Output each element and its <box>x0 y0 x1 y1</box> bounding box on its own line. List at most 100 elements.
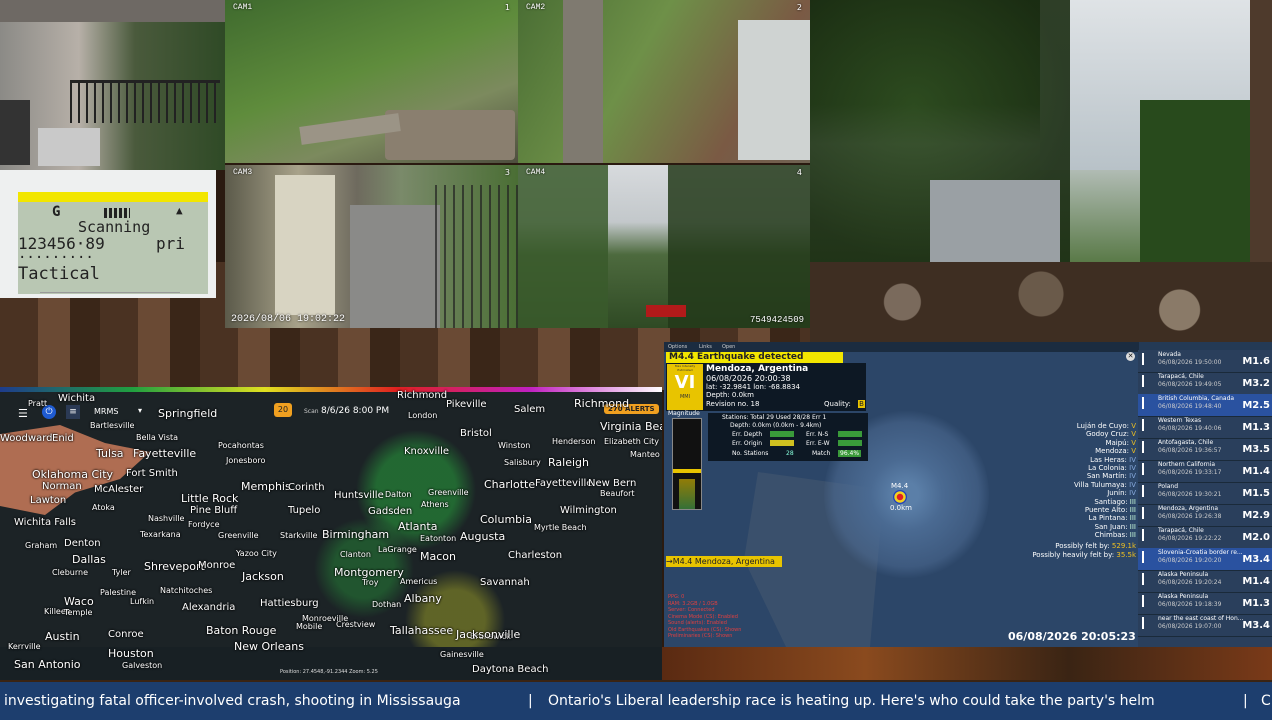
city-label: Richmond <box>397 390 448 401</box>
quake-magnitude: M1.6 <box>1242 356 1270 367</box>
chevron-down-icon[interactable]: ▾ <box>138 406 142 415</box>
menu-options[interactable]: Options <box>668 344 687 350</box>
quake-list-item[interactable]: near the east coast of Hon... 06/08/2026 … <box>1138 614 1272 637</box>
quake-list-item[interactable]: Northern California 06/08/2026 19:33:17 M1… <box>1138 460 1272 483</box>
earthquake-monitor[interactable]: M4.4 0.0km Options Links Open ✕ M4.4 Ear… <box>664 342 1272 647</box>
cursor-position: Position: 27.4548,-91.2344 Zoom: 5.25 <box>280 669 378 675</box>
city-label: New Orleans <box>234 640 304 653</box>
camera-number: 3 <box>504 168 510 177</box>
quake-list-item[interactable]: Antofagasta, Chile 06/08/2026 19:36:57 M3.… <box>1138 438 1272 461</box>
magnitude-label: Magnitude <box>668 410 700 417</box>
recent-quakes-list[interactable]: Nevada 06/08/2026 19:50:00 M1.6 Tarapacá, C… <box>1138 350 1272 647</box>
town-name: San Martín: <box>1086 472 1130 481</box>
menu-icon[interactable]: ☰ <box>18 407 28 420</box>
city-label: Fordyce <box>188 520 220 529</box>
quake-list-item[interactable]: Western Texas 06/08/2026 19:40:06 M1.3 <box>1138 416 1272 439</box>
quality-label: Quality: <box>824 400 851 408</box>
quake-time: 06/08/2026 19:20:24 <box>1158 579 1222 586</box>
quake-list-item[interactable]: Poland 06/08/2026 19:30:21 M1.5 <box>1138 482 1272 505</box>
scanner-screen: G ▲ Scanning 123456·89 pri ········· Tac… <box>18 192 208 294</box>
news-ticker: investigating fatal officer-involved cra… <box>0 682 1272 720</box>
town-intensity: V <box>1131 430 1136 439</box>
quake-magnitude: M3.5 <box>1242 444 1270 455</box>
epicenter-depth: 0.0km <box>890 504 913 512</box>
quake-datetime: 06/08/2026 20:00:38 <box>706 374 791 383</box>
town-row: La Colonia: IV <box>1044 464 1136 472</box>
town-row: La Pintana: III <box>1044 514 1136 522</box>
quake-magnitude: M2.5 <box>1242 400 1270 411</box>
menu-open[interactable]: Open <box>722 344 735 350</box>
town-name: La Colonia: <box>1088 464 1130 473</box>
city-label: Fayetteville <box>133 447 197 460</box>
radar-product-selector[interactable]: MRMS <box>94 407 118 416</box>
quake-magnitude: M1.4 <box>1242 466 1270 477</box>
quake-magnitude: M2.9 <box>1242 510 1270 521</box>
status-line: Preliminaries (CS): Shown <box>668 633 733 639</box>
quake-list-item[interactable]: Slovenia-Croatia border re... 06/08/2026 … <box>1138 548 1272 571</box>
city-label: Bristol <box>460 428 492 439</box>
town-name: San Juan: <box>1094 522 1130 531</box>
camera-feed-2[interactable]: CAM2 2 <box>518 0 810 163</box>
city-label: Pikeville <box>446 399 487 410</box>
city-label: Dallas <box>72 553 106 566</box>
city-label: Virginia Beach <box>600 420 662 433</box>
layers-icon[interactable]: ≡ <box>66 405 80 419</box>
gulf-water <box>0 647 662 680</box>
intensity-marker <box>1142 573 1152 585</box>
quake-list-item[interactable]: Nevada 06/08/2026 19:50:00 M1.6 <box>1138 350 1272 373</box>
quake-magnitude: M2.0 <box>1242 532 1270 543</box>
city-label: Gainesville <box>440 650 484 659</box>
signal-bars-icon <box>104 208 130 218</box>
quake-clock: 06/08/2026 20:05:23 <box>1008 630 1136 643</box>
close-icon[interactable]: ✕ <box>1126 352 1135 361</box>
quake-list-item[interactable]: British Columbia, Canada 06/08/2026 19:48… <box>1138 394 1272 417</box>
city-label: Salem <box>514 404 546 415</box>
city-label: Oklahoma City <box>32 468 114 481</box>
town-intensity: IV <box>1129 489 1136 498</box>
camera-number: 2 <box>796 3 802 12</box>
epicenter-marker[interactable] <box>893 490 907 504</box>
camera-label: CAM1 <box>233 3 253 12</box>
town-row: Puente Alto: III <box>1044 506 1136 514</box>
camera-feed-1[interactable]: CAM1 1 <box>225 0 518 163</box>
city-label: Myrtle Beach <box>534 523 587 532</box>
camera-feed-4[interactable]: CAM4 4 7549424509 <box>518 165 810 328</box>
felt1-label: Possibly felt by: <box>1055 542 1110 550</box>
quake-list-item[interactable]: Tarapacá, Chile 06/08/2026 19:49:05 M3.2 <box>1138 372 1272 395</box>
city-label: Americus <box>400 577 438 586</box>
city-label: Winston <box>498 441 531 450</box>
city-label: Tupelo <box>288 505 321 516</box>
camera-feed-3[interactable]: CAM3 3 2026/08/06 19:02:22 <box>225 165 518 328</box>
banner-text: M4.4 Mendoza, Argentina <box>672 557 775 566</box>
menu-links[interactable]: Links <box>699 344 712 350</box>
quake-list-item[interactable]: Mendoza, Argentina 06/08/2026 19:26:38 M2.… <box>1138 504 1272 527</box>
city-label: Dalton <box>385 490 412 499</box>
city-label: Mobile <box>296 622 323 631</box>
quake-revision: Revision no. 18 <box>706 400 760 408</box>
town-row: Las Heras: IV <box>1044 456 1136 464</box>
quake-list-item[interactable]: Alaska Peninsula 06/08/2026 19:20:24 M1.4 <box>1138 570 1272 593</box>
city-label: Beaufort <box>600 489 635 498</box>
intensity-marker <box>1142 529 1152 541</box>
city-label: Clanton <box>340 550 371 559</box>
quake-list-item[interactable]: Alaska Peninsula 06/08/2026 19:18:39 M1.3 <box>1138 592 1272 615</box>
ticker-item-2: Ontario's Liberal leadership race is hea… <box>548 693 1155 709</box>
city-label: Little Rock <box>181 492 239 505</box>
town-intensity: III <box>1129 531 1136 540</box>
intensity-marker <box>1142 441 1152 453</box>
city-label: Cleburne <box>52 568 89 577</box>
town-intensity: III <box>1129 497 1136 506</box>
city-label: Fort Smith <box>126 468 178 479</box>
scan-time-label: Scan <box>304 408 319 415</box>
city-label: Monroe <box>198 560 236 571</box>
quake-list-item[interactable]: Tarapacá, Chile 06/08/2026 19:22:22 M2.0 <box>1138 526 1272 549</box>
weather-radar-map[interactable]: ☰ ⏻ ≡ MRMS ▾ 20 Scan 8/6/26 8:00 PM 270 … <box>0 387 662 680</box>
quake-time: 06/08/2026 19:49:05 <box>1158 381 1222 388</box>
play-button[interactable]: 20 <box>274 403 292 417</box>
city-label: Columbia <box>480 513 532 526</box>
city-label: Corinth <box>288 482 325 493</box>
depth-detail: Depth: 0.0km (0.0km - 9.4km) <box>730 422 822 429</box>
city-label: Nashville <box>148 514 185 523</box>
town-intensity: V <box>1131 422 1136 430</box>
city-label: Wilmington <box>560 505 617 516</box>
